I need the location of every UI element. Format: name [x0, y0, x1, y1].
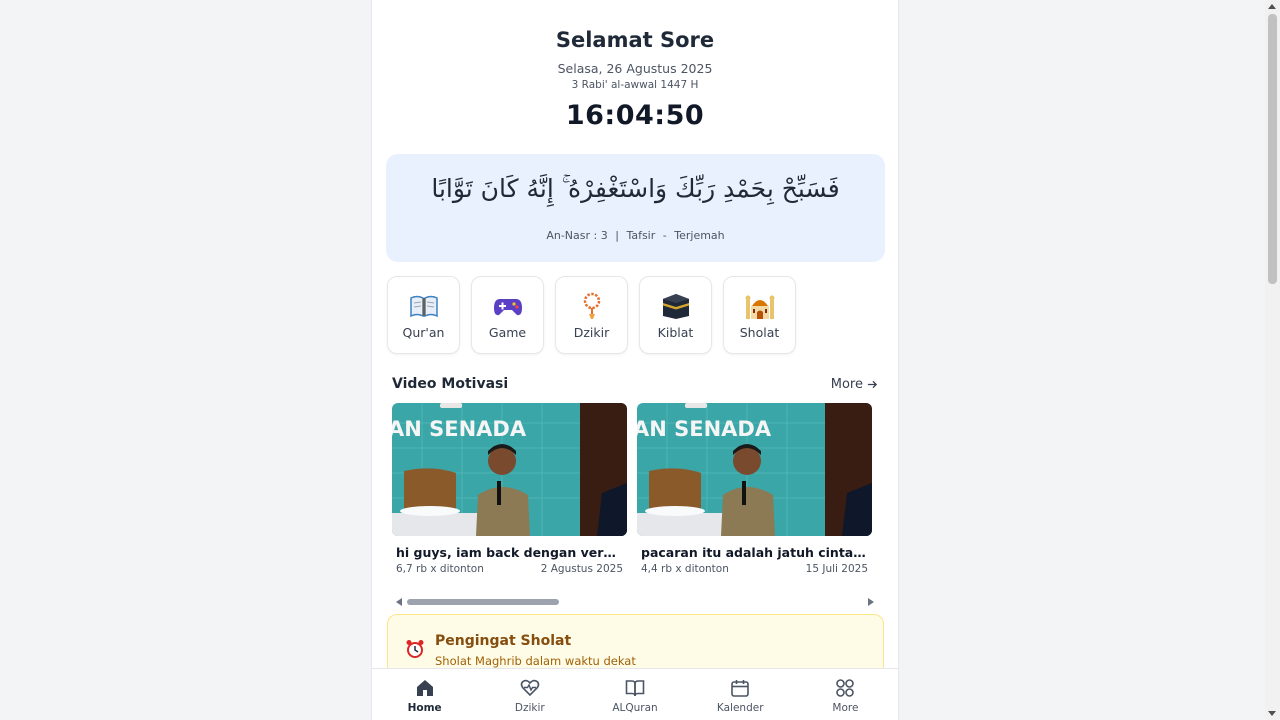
- nav-item-dzikir[interactable]: Dzikir: [477, 669, 582, 720]
- verse-separator: |: [615, 229, 619, 242]
- menu-label-quran: Qur'an: [402, 324, 445, 340]
- verse-card: فَسَبِّحْ بِحَمْدِ رَبِّكَ وَاسْتَغْفِرْ…: [386, 154, 885, 262]
- nav-item-more[interactable]: More: [793, 669, 898, 720]
- video-title[interactable]: pacaran itu adalah jatuh cinta paling...: [637, 545, 872, 560]
- scroll-down-arrow-icon[interactable]: [1268, 711, 1276, 716]
- video-meta: 4,4 rb x ditonton 15 Juli 2025: [637, 563, 872, 575]
- video-banner-text: AN SENADA: [392, 417, 527, 441]
- mosque-icon: [744, 291, 776, 321]
- video-date: 2 Agustus 2025: [540, 563, 623, 575]
- nav-item-kalender[interactable]: Kalender: [688, 669, 793, 720]
- page-scroll-thumb[interactable]: [1268, 14, 1277, 284]
- video-thumbnail[interactable]: AN SENADA: [637, 403, 872, 536]
- video-more-link[interactable]: More: [831, 377, 878, 392]
- nav-item-alquran[interactable]: ALQuran: [582, 669, 687, 720]
- page-scrollbar[interactable]: [1265, 0, 1280, 720]
- verse-meta: An-Nasr : 3 | Tafsir - Terjemah: [386, 229, 885, 242]
- greeting-title: Selamat Sore: [555, 28, 715, 52]
- game-controller-icon: [493, 291, 523, 321]
- home-icon: [416, 680, 433, 696]
- video-date: 15 Juli 2025: [805, 563, 868, 575]
- menu-label-sholat: Sholat: [739, 324, 780, 340]
- book-icon: [625, 680, 645, 697]
- video-card[interactable]: AN SENADA hi guys, iam back dengan versi…: [392, 403, 627, 583]
- nav-label-dzikir: Dzikir: [514, 702, 545, 714]
- menu-item-kiblat[interactable]: Kiblat: [639, 276, 712, 354]
- calendar-icon: [731, 680, 750, 697]
- video-title[interactable]: hi guys, iam back dengan versi...: [392, 545, 627, 560]
- grid-icon: [836, 679, 855, 697]
- video-views: 4,4 rb x ditonton: [641, 563, 729, 575]
- menu-item-game[interactable]: Game: [471, 276, 544, 354]
- app-container: Selamat Sore Selasa, 26 Agustus 2025 3 R…: [371, 0, 899, 720]
- video-carousel[interactable]: AN SENADA hi guys, iam back dengan versi…: [392, 403, 878, 583]
- menu-label-game: Game: [488, 324, 527, 340]
- menu-label-kiblat: Kiblat: [657, 324, 694, 340]
- video-banner-text: AN SENADA: [637, 417, 772, 441]
- reminder-title: Pengingat Sholat: [435, 633, 572, 649]
- scroll-up-arrow-icon[interactable]: [1268, 4, 1276, 9]
- nav-label-alquran: ALQuran: [612, 702, 658, 714]
- hijri-date: 3 Rabi' al-awwal 1447 H: [571, 79, 699, 91]
- video-carousel-scrollbar[interactable]: [392, 596, 878, 608]
- menu-label-dzikir: Dzikir: [573, 324, 610, 340]
- prayer-beads-icon: [580, 291, 604, 321]
- carousel-scroll-thumb[interactable]: [407, 599, 559, 605]
- gregorian-date: Selasa, 26 Agustus 2025: [557, 61, 713, 76]
- video-thumbnail[interactable]: AN SENADA: [392, 403, 627, 536]
- menu-item-quran[interactable]: Qur'an: [387, 276, 460, 354]
- feature-menu: Qur'an Game Dzikir Kiblat Sholat: [387, 276, 796, 354]
- nav-label-kalender: Kalender: [716, 702, 764, 714]
- translation-link[interactable]: Terjemah: [674, 229, 724, 242]
- verse-dash: -: [662, 229, 667, 242]
- arrow-right-icon: [867, 380, 878, 388]
- scroll-left-arrow-icon[interactable]: [396, 598, 402, 606]
- reminder-text: Sholat Maghrib dalam waktu dekat: [435, 654, 636, 668]
- verse-reference: An-Nasr : 3: [546, 229, 608, 242]
- tafsir-link[interactable]: Tafsir: [626, 229, 655, 242]
- bottom-navigation: Home Dzikir ALQuran Kalender More: [372, 668, 898, 720]
- menu-item-dzikir[interactable]: Dzikir: [555, 276, 628, 354]
- open-book-icon: [409, 291, 439, 321]
- video-card[interactable]: AN SENADA pacaran itu adalah jatuh cinta…: [637, 403, 872, 583]
- kaaba-icon: [661, 291, 691, 321]
- nav-label-more: More: [832, 702, 859, 714]
- clock: 16:04:50: [565, 100, 705, 131]
- more-label: More: [830, 376, 863, 392]
- verse-arabic-text: فَسَبِّحْ بِحَمْدِ رَبِّكَ وَاسْتَغْفِرْ…: [431, 174, 840, 203]
- nav-item-home[interactable]: Home: [372, 669, 477, 720]
- video-section-title: Video Motivasi: [392, 376, 509, 392]
- alarm-clock-icon: [406, 639, 424, 663]
- nav-label-home: Home: [407, 702, 442, 714]
- scroll-right-arrow-icon[interactable]: [868, 598, 874, 606]
- heart-pulse-icon: [520, 679, 540, 697]
- video-meta: 6,7 rb x ditonton 2 Agustus 2025: [392, 563, 627, 575]
- video-section-header: Video Motivasi More: [392, 376, 878, 392]
- menu-item-sholat[interactable]: Sholat: [723, 276, 796, 354]
- video-views: 6,7 rb x ditonton: [396, 563, 484, 575]
